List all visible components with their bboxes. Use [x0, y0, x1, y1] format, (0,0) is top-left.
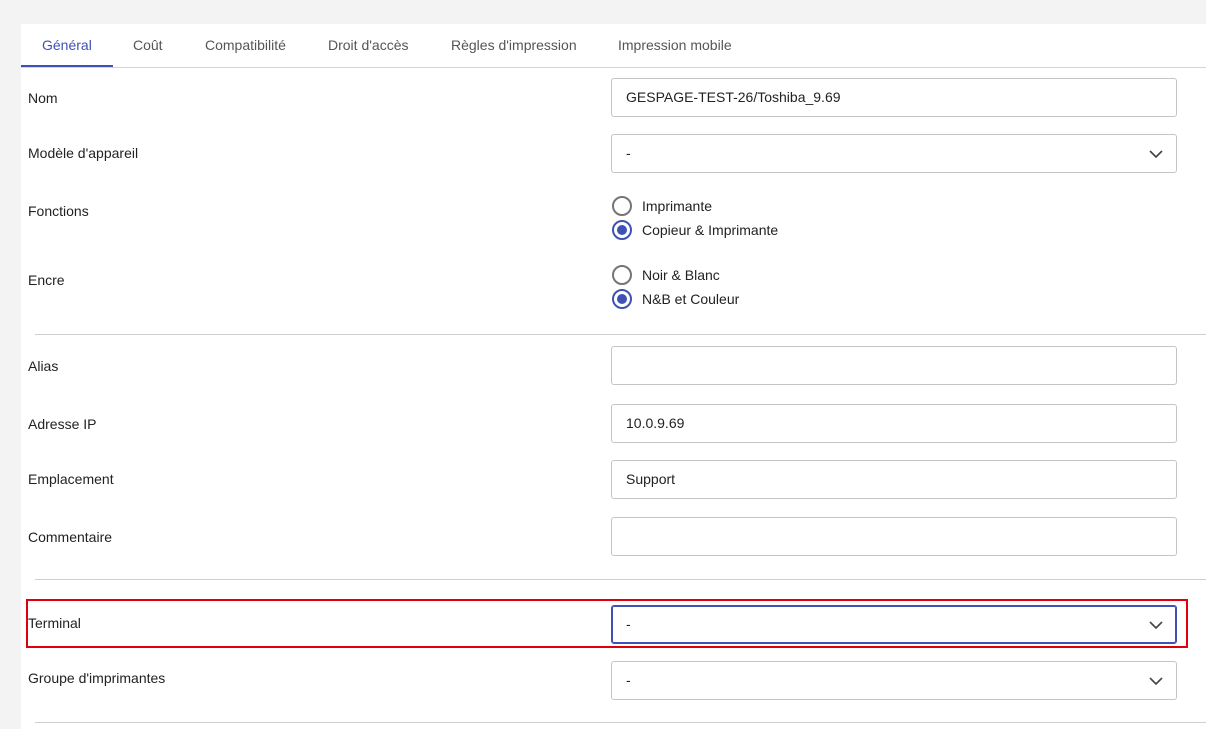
- groupe-select[interactable]: -: [611, 661, 1177, 700]
- active-tab-indicator: [21, 65, 113, 67]
- radio-imprimante-label: Imprimante: [642, 198, 713, 214]
- commentaire-label: Commentaire: [28, 529, 113, 545]
- printer-settings-panel: Général Coût Compatibilité Droit d'accès…: [21, 24, 1206, 729]
- tab-impression-mobile[interactable]: Impression mobile: [618, 24, 732, 66]
- terminal-value: -: [626, 616, 631, 632]
- commentaire-input[interactable]: [611, 517, 1177, 556]
- groupe-label: Groupe d'imprimantes: [28, 670, 166, 686]
- adresse-ip-value: 10.0.9.69: [626, 415, 685, 431]
- chevron-down-icon: [1149, 621, 1163, 630]
- encre-label: Encre: [28, 272, 65, 288]
- chevron-down-icon: [1149, 677, 1163, 686]
- modele-select[interactable]: -: [611, 134, 1177, 173]
- terminal-select[interactable]: -: [611, 605, 1177, 644]
- modele-label: Modèle d'appareil: [28, 145, 139, 161]
- tab-regles-impression[interactable]: Règles d'impression: [451, 24, 577, 66]
- tab-bar: Général Coût Compatibilité Droit d'accès…: [21, 24, 1206, 68]
- emplacement-value: Support: [626, 471, 676, 487]
- tab-general[interactable]: Général: [42, 24, 92, 66]
- nom-input[interactable]: GESPAGE-TEST-26/Toshiba_9.69: [611, 78, 1177, 117]
- radio-checked-icon: [612, 289, 632, 309]
- terminal-label: Terminal: [28, 615, 81, 631]
- emplacement-label: Emplacement: [28, 471, 114, 487]
- alias-label: Alias: [28, 358, 59, 374]
- section-divider: [35, 334, 1206, 335]
- modele-value: -: [626, 145, 631, 161]
- radio-copieur-imprimante-label: Copieur & Imprimante: [642, 222, 779, 238]
- alias-input[interactable]: [611, 346, 1177, 385]
- radio-noir-blanc-label: Noir & Blanc: [642, 267, 720, 283]
- tab-droit-acces[interactable]: Droit d'accès: [328, 24, 408, 66]
- tab-compatibilite[interactable]: Compatibilité: [205, 24, 286, 66]
- tab-cout[interactable]: Coût: [133, 24, 163, 66]
- nom-value: GESPAGE-TEST-26/Toshiba_9.69: [626, 89, 841, 105]
- groupe-value: -: [626, 672, 631, 688]
- radio-nb-couleur-label: N&B et Couleur: [642, 291, 740, 307]
- radio-checked-icon: [612, 220, 632, 240]
- section-divider: [35, 579, 1206, 580]
- radio-unchecked-icon: [612, 265, 632, 285]
- radio-unchecked-icon: [612, 196, 632, 216]
- emplacement-input[interactable]: Support: [611, 460, 1177, 499]
- chevron-down-icon: [1149, 150, 1163, 159]
- fonctions-label: Fonctions: [28, 203, 89, 219]
- nom-label: Nom: [28, 90, 58, 106]
- adresse-ip-input[interactable]: 10.0.9.69: [611, 404, 1177, 443]
- section-divider: [35, 722, 1206, 723]
- adresse-ip-label: Adresse IP: [28, 416, 97, 432]
